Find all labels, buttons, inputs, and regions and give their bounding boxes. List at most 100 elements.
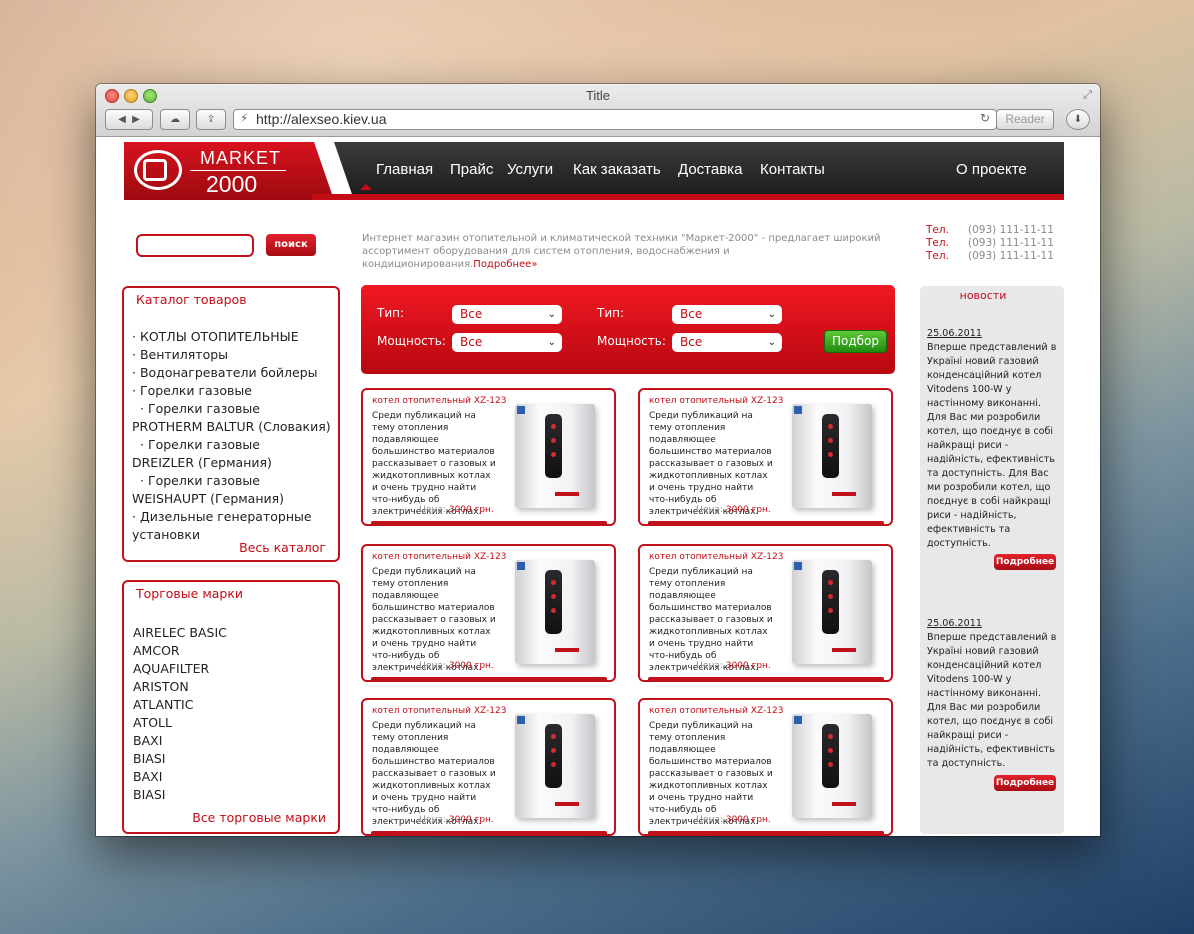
catalog-item[interactable]: · Горелки газовые [132, 400, 337, 418]
product-card[interactable]: котел отопительный XZ-123 Среди публикац… [361, 544, 616, 682]
nav-delivery[interactable]: Доставка [678, 161, 742, 178]
back-forward-buttons[interactable]: ◀ ▶ [105, 109, 153, 130]
product-card[interactable]: котел отопительный XZ-123 Среди публикац… [638, 544, 893, 682]
product-title[interactable]: котел отопительный XZ-123 [649, 396, 783, 406]
boiler-image[interactable] [792, 560, 872, 664]
catalog-item[interactable]: PROTHERM BALTUR (Словакия) [132, 418, 337, 436]
share-button[interactable]: ⇪ [196, 109, 226, 130]
window-title: Title [585, 88, 611, 103]
product-price: Цена: 3000 грн. [696, 505, 771, 515]
fullscreen-icon[interactable]: ⤢ [1083, 88, 1092, 102]
product-price: Цена: 3000 грн. [696, 661, 771, 671]
catalog-item[interactable]: · Дизельные генераторные [132, 508, 337, 526]
brand-item[interactable]: AQUAFILTER [133, 660, 227, 678]
news-title: новости [959, 289, 1007, 302]
filter-submit-button[interactable]: Подбор [824, 330, 887, 353]
brand-item[interactable]: BIASI [133, 786, 227, 804]
product-card[interactable]: котел отопительный XZ-123 Среди публикац… [638, 388, 893, 526]
boiler-image[interactable] [515, 560, 595, 664]
logo-text-2000: 2000 [206, 171, 258, 197]
catalog-item[interactable]: · Горелки газовые [132, 472, 337, 490]
news-date[interactable]: 25.06.2011 [927, 327, 1063, 341]
forward-arrow-icon[interactable]: ▶ [132, 114, 140, 125]
price-label: Цена: [696, 505, 723, 515]
nav-home[interactable]: Главная [376, 161, 433, 178]
search-button[interactable]: поиск [266, 234, 316, 256]
share-icon: ⇪ [206, 114, 216, 125]
indicator-light [551, 608, 556, 613]
filter-type-select-2[interactable]: Все ⌄ [672, 305, 782, 324]
boiler-label-strip [555, 802, 579, 806]
indicator-light [828, 438, 833, 443]
brand-item[interactable]: BIASI [133, 750, 227, 768]
all-brands-link[interactable]: Все торговые марки [192, 810, 326, 825]
brand-item[interactable]: ATLANTIC [133, 696, 227, 714]
filter-panel: Тип: Все ⌄ Тип: Все ⌄ Мощность: Все ⌄ Мощно… [361, 285, 895, 374]
product-title[interactable]: котел отопительный XZ-123 [372, 552, 506, 562]
nav-price[interactable]: Прайс [450, 161, 493, 178]
nav-about[interactable]: О проекте [956, 161, 1027, 178]
catalog-item[interactable]: · Водонагреватели бойлеры [132, 364, 337, 382]
product-title[interactable]: котел отопительный XZ-123 [372, 396, 506, 406]
indicator-light [828, 608, 833, 613]
catalog-item[interactable]: DREIZLER (Германия) [132, 454, 337, 472]
indicator-light [828, 452, 833, 457]
boiler-image[interactable] [515, 714, 595, 818]
nav-how-to-order[interactable]: Как заказать [573, 161, 661, 178]
price-value: 3000 грн. [725, 661, 771, 671]
downloads-button[interactable]: ⬇ [1066, 109, 1090, 130]
address-bar[interactable]: ⚡ http://alexseo.kiev.ua ↻ [233, 109, 997, 130]
product-card[interactable]: котел отопительный XZ-123 Среди публикац… [638, 698, 893, 836]
reader-button[interactable]: Reader [996, 109, 1054, 130]
boiler-image[interactable] [515, 404, 595, 508]
product-title[interactable]: котел отопительный XZ-123 [372, 706, 506, 716]
price-label: Цена: [419, 815, 446, 825]
card-bottom-bar [371, 831, 607, 834]
icloud-tabs-button[interactable]: ☁ [160, 109, 190, 130]
news-more-button[interactable]: Подробнее [994, 554, 1056, 570]
brand-item[interactable]: BAXI [133, 732, 227, 750]
indicator-light [551, 438, 556, 443]
news-sidebar: новости 25.06.2011 Вперше представлений … [920, 286, 1064, 834]
phone-list: Тел. (093) 111-11-11 Тел. (093) 111-11-11 … [926, 224, 1054, 263]
brand-item[interactable]: AIRELEC BASIC [133, 624, 227, 642]
phone-number: (093) 111-11-11 [968, 237, 1054, 249]
catalog-item[interactable]: · Горелки газовые [132, 436, 337, 454]
boiler-image[interactable] [792, 404, 872, 508]
brand-item[interactable]: AMCOR [133, 642, 227, 660]
news-date[interactable]: 25.06.2011 [927, 617, 1063, 631]
product-title[interactable]: котел отопительный XZ-123 [649, 552, 783, 562]
brand-item[interactable]: BAXI [133, 768, 227, 786]
filter-power-select-2[interactable]: Все ⌄ [672, 333, 782, 352]
product-title[interactable]: котел отопительный XZ-123 [649, 706, 783, 716]
nav-contacts[interactable]: Контакты [760, 161, 825, 178]
reload-icon[interactable]: ↻ [980, 111, 990, 125]
catalog-item[interactable]: · Горелки газовые [132, 382, 337, 400]
filter-type-select-1[interactable]: Все ⌄ [452, 305, 562, 324]
indicator-light [828, 424, 833, 429]
indicator-light [828, 594, 833, 599]
site-logo[interactable]: MARKET 2000 [124, 142, 334, 200]
phone-row: Тел. (093) 111-11-11 [926, 250, 1054, 263]
product-card[interactable]: котел отопительный XZ-123 Среди публикац… [361, 388, 616, 526]
intro-more-link[interactable]: Подробнее» [473, 259, 537, 270]
all-catalog-link[interactable]: Весь каталог [239, 540, 326, 555]
boiler-label-strip [832, 648, 856, 652]
catalog-box: Каталог товаров · КОТЛЫ ОТОПИТЕЛЬНЫЕ · В… [122, 286, 340, 562]
news-more-button[interactable]: Подробнее [994, 775, 1056, 791]
back-arrow-icon[interactable]: ◀ [118, 114, 126, 125]
brand-item[interactable]: ATOLL [133, 714, 227, 732]
catalog-item[interactable]: · КОТЛЫ ОТОПИТЕЛЬНЫЕ [132, 328, 337, 346]
catalog-item[interactable]: WEISHAUPT (Германия) [132, 490, 337, 508]
product-card[interactable]: котел отопительный XZ-123 Среди публикац… [361, 698, 616, 836]
boiler-image[interactable] [792, 714, 872, 818]
boiler-label-strip [555, 492, 579, 496]
brand-item[interactable]: ARISTON [133, 678, 227, 696]
site-icon: ⚡ [240, 111, 249, 125]
price-value: 3000 грн. [725, 505, 771, 515]
search-input[interactable] [136, 234, 254, 257]
filter-power-select-1[interactable]: Все ⌄ [452, 333, 562, 352]
catalog-item[interactable]: · Вентиляторы [132, 346, 337, 364]
nav-services[interactable]: Услуги [507, 161, 553, 178]
url-text[interactable]: http://alexseo.kiev.ua [256, 111, 386, 127]
